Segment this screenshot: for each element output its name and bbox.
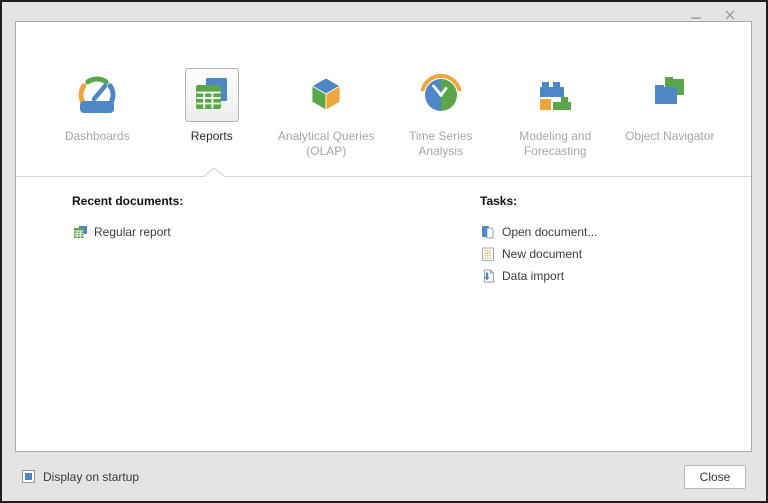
tab-object-navigator[interactable]: Object Navigator: [613, 22, 728, 176]
tab-reports[interactable]: Reports: [155, 22, 270, 176]
tab-dashboards[interactable]: Dashboards: [40, 22, 155, 176]
minimize-button[interactable]: [686, 6, 706, 24]
main-panel: Dashboards: [15, 21, 752, 452]
startup-dialog-window: Dashboards: [0, 0, 768, 503]
close-icon: [724, 9, 736, 21]
tab-label: Reports: [191, 129, 233, 144]
task-label: New document: [502, 247, 582, 261]
tab-label: Modeling and Forecasting: [519, 129, 591, 159]
minimize-icon: [690, 8, 702, 22]
footer-bar: Display on startup Close: [2, 452, 766, 501]
tab-divider: [16, 176, 751, 177]
task-open-document[interactable]: Open document...: [480, 221, 597, 243]
task-label: Open document...: [502, 225, 597, 239]
checkbox-check-mark: [25, 473, 32, 480]
tab-label: Dashboards: [65, 129, 130, 144]
recent-item-label: Regular report: [94, 225, 171, 239]
tasks-section: Tasks: Open document...: [480, 194, 597, 287]
tab-label: Time Series Analysis: [409, 129, 473, 159]
dashboards-gauge-icon: [75, 73, 119, 117]
tab-label: Object Navigator: [625, 129, 714, 144]
new-document-icon: [480, 246, 496, 262]
window-close-button[interactable]: [720, 6, 740, 24]
task-label: Data import: [502, 269, 564, 283]
close-button[interactable]: Close: [684, 465, 746, 489]
window-controls: [686, 6, 740, 24]
modeling-blocks-icon: [533, 73, 577, 117]
tab-label: Analytical Queries (OLAP): [278, 129, 375, 159]
tab-strip: Dashboards: [16, 22, 751, 176]
regular-report-icon: [72, 224, 88, 240]
task-data-import[interactable]: Data import: [480, 265, 597, 287]
open-document-icon: [480, 224, 496, 240]
reports-table-icon: [190, 73, 234, 117]
tasks-heading: Tasks:: [480, 194, 597, 209]
tab-analytical-queries[interactable]: Analytical Queries (OLAP): [269, 22, 384, 176]
recent-documents-section: Recent documents:: [72, 194, 183, 243]
display-on-startup-checkbox[interactable]: [22, 470, 35, 483]
display-on-startup-row[interactable]: Display on startup: [22, 470, 139, 484]
object-navigator-folders-icon: [648, 73, 692, 117]
olap-cube-icon: [304, 73, 348, 117]
time-series-clock-icon: [419, 73, 463, 117]
display-on-startup-label: Display on startup: [43, 470, 139, 484]
recent-documents-heading: Recent documents:: [72, 194, 183, 209]
tab-time-series[interactable]: Time Series Analysis: [384, 22, 499, 176]
selected-tab-notch: [202, 167, 226, 177]
recent-item-regular-report[interactable]: Regular report: [72, 221, 183, 243]
data-import-icon: [480, 268, 496, 284]
task-new-document[interactable]: New document: [480, 243, 597, 265]
tab-modeling-forecasting[interactable]: Modeling and Forecasting: [498, 22, 613, 176]
